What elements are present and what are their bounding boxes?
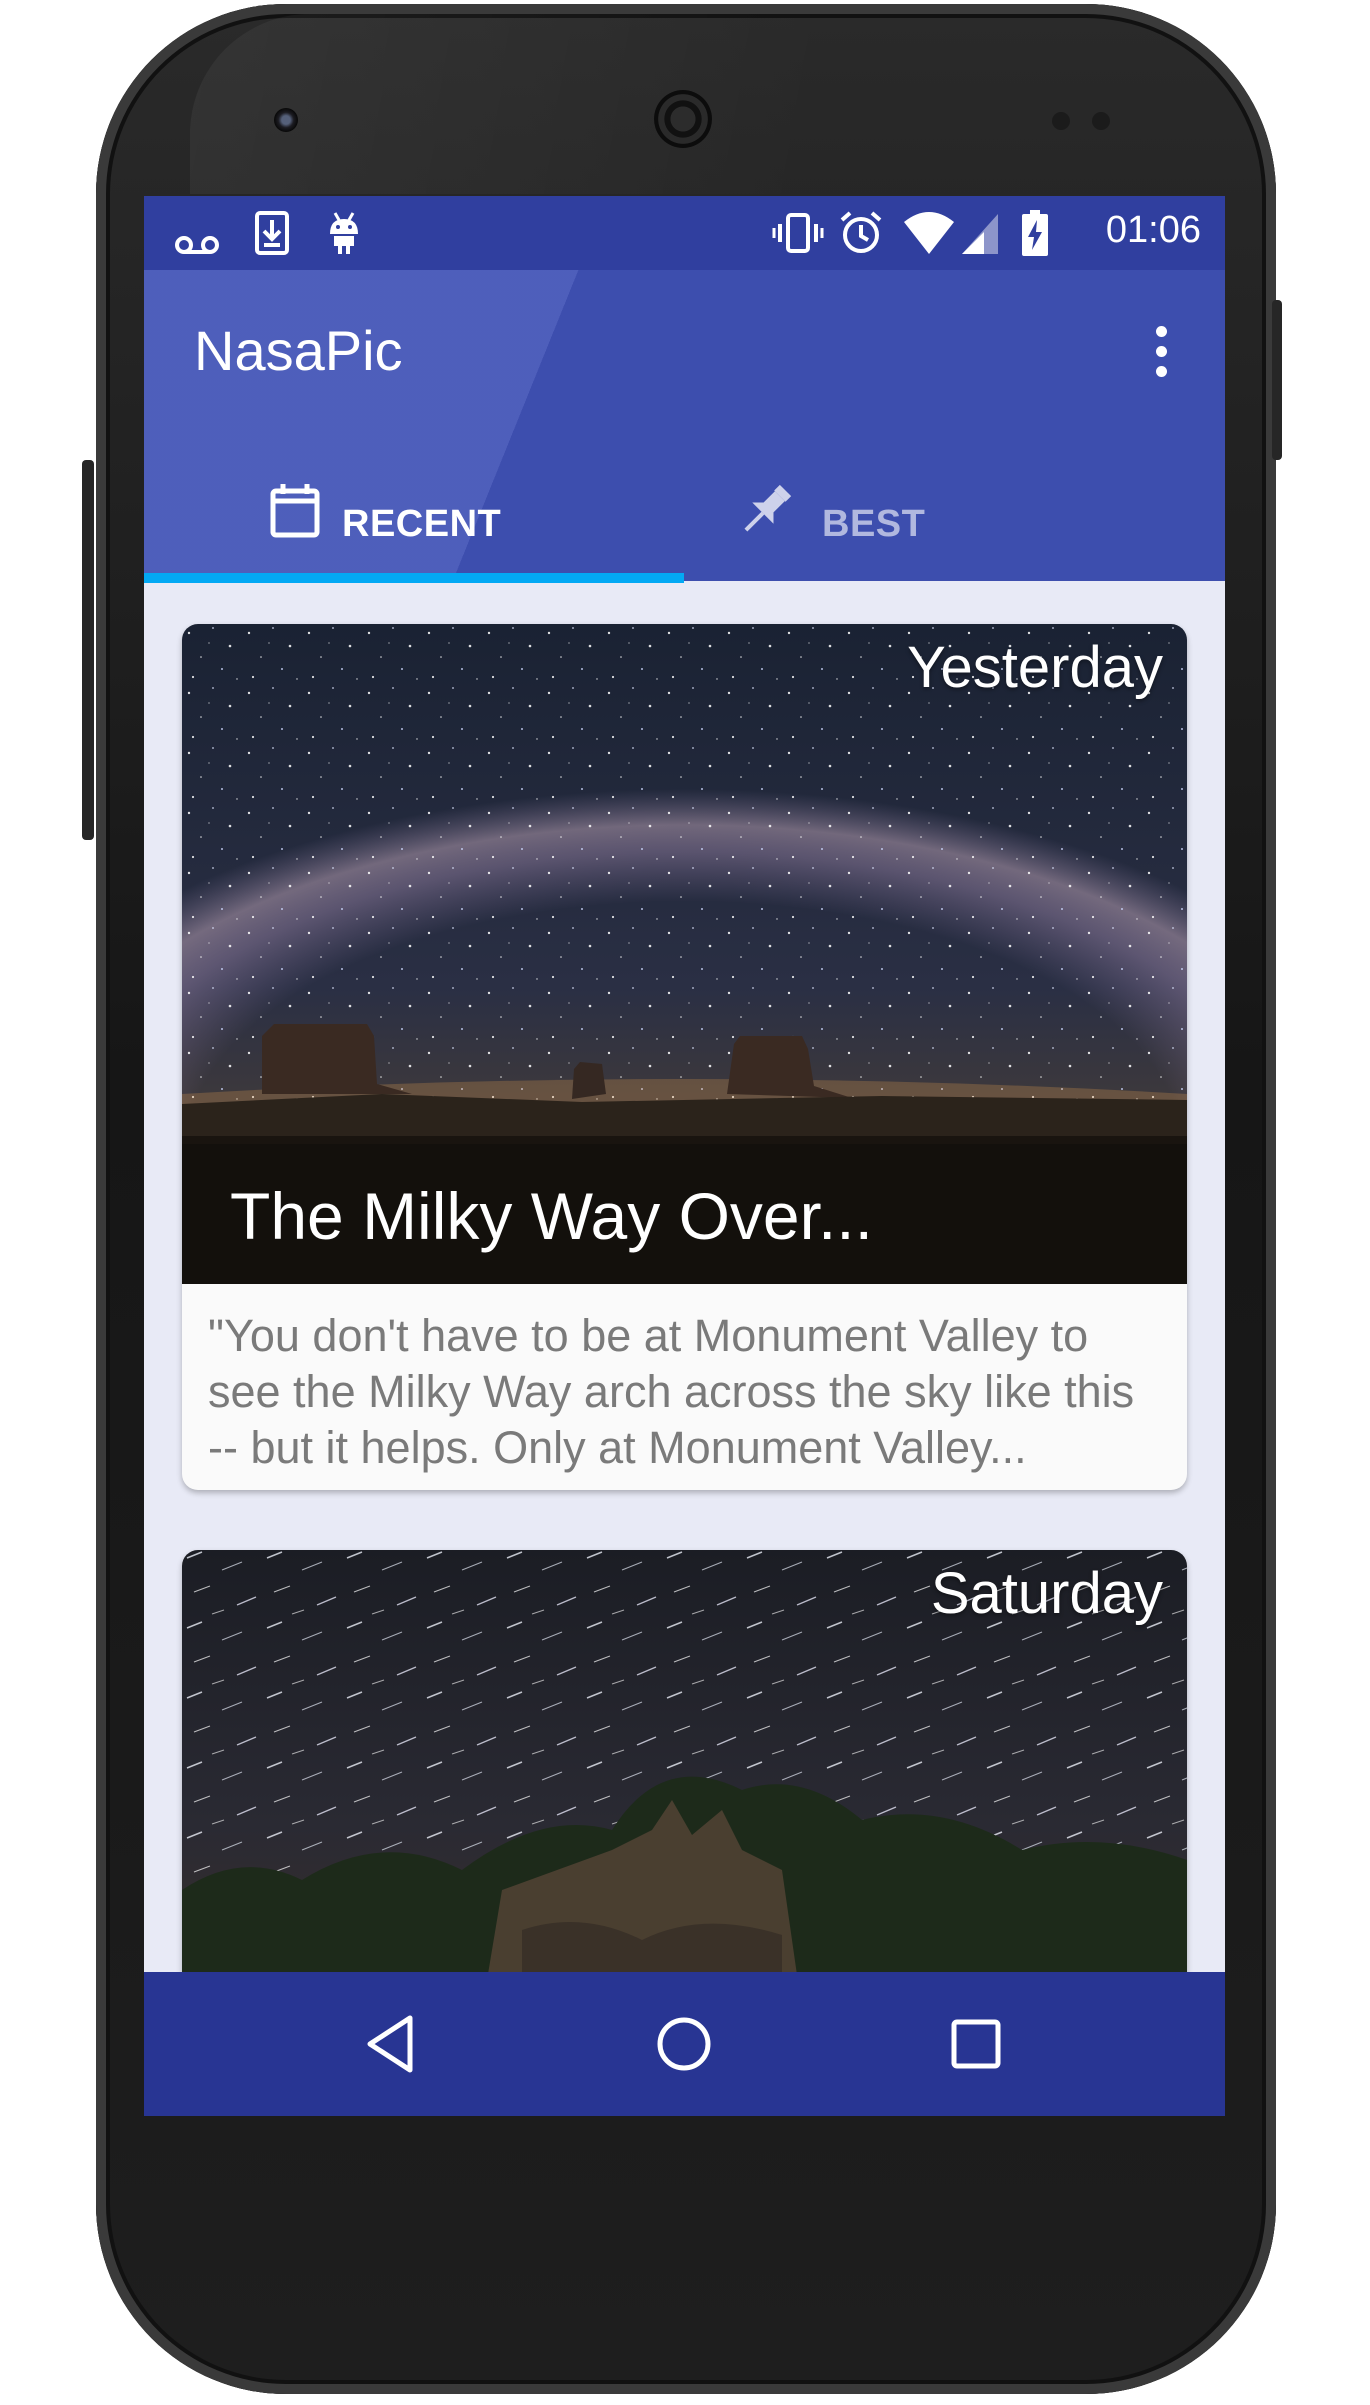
card-description: "You don't have to be at Monument Valley… [208,1310,1135,1473]
card-title-band: The Milky Way Over... [182,1136,1187,1284]
battery-charging-icon [1022,210,1048,256]
pin-icon [744,484,792,532]
download-icon [255,211,289,255]
apod-card[interactable]: Yesterday The Milky Way Over... "You don… [182,624,1187,1490]
status-bar: 01:06 [144,196,1225,270]
vibrate-icon [772,213,824,253]
app-title: NasaPic [194,319,403,382]
android-icon [330,212,358,254]
tab-best-label: BEST [822,503,926,545]
recents-icon[interactable] [940,2008,1012,2080]
navigation-bar [144,1972,1225,2116]
app-bar: NasaPic RECENT BEST [144,270,1225,581]
back-icon[interactable] [356,2008,428,2080]
voicemail-icon [175,236,219,254]
tab-recent-label: RECENT [342,503,502,545]
card-image: Saturday [182,1550,1187,2010]
wifi-icon [904,212,954,254]
front-camera [274,108,298,132]
more-vert-icon[interactable] [1141,322,1181,382]
card-date: Saturday [930,1561,1163,1626]
tab-best[interactable]: BEST [684,460,1224,575]
card-date: Yesterday [907,635,1163,700]
alarm-icon [840,211,882,253]
earpiece-speaker [654,90,712,148]
screen: 01:06 NasaPic RECENT BEST Yesterday The … [144,196,1225,2116]
tab-recent[interactable]: RECENT [144,460,684,575]
clock: 01:06 [1105,209,1201,251]
calendar-icon [270,484,320,538]
signal-icon [962,214,998,254]
home-icon[interactable] [648,2008,720,2080]
tab-indicator [144,573,684,583]
card-image: Yesterday The Milky Way Over... [182,624,1187,1284]
phone-sheen [190,14,810,194]
apod-card[interactable]: Saturday [182,1550,1187,2010]
card-title: The Milky Way Over... [230,1179,873,1253]
volume-button [82,460,94,840]
proximity-sensor [1052,112,1070,130]
light-sensor [1092,112,1110,130]
power-button [1272,300,1282,460]
